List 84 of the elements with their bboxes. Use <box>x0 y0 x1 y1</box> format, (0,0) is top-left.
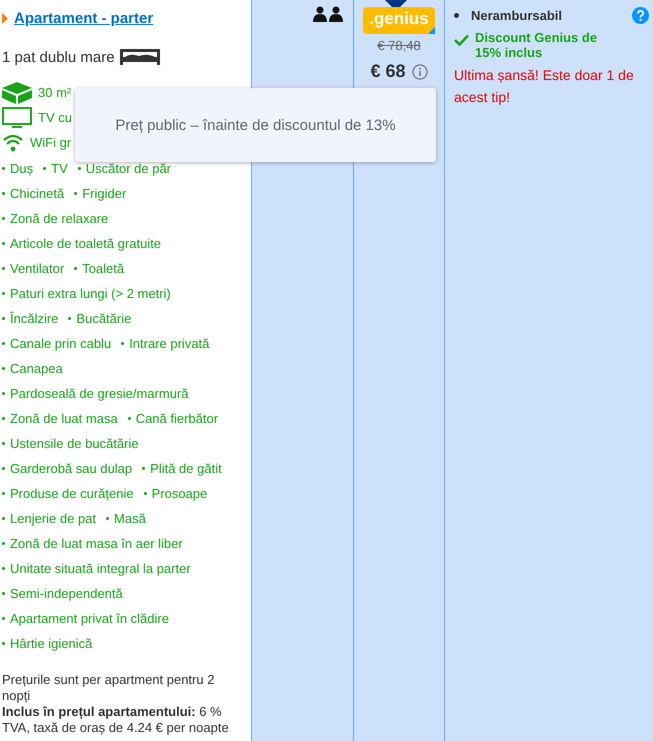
policy-text: Nerambursabil <box>471 8 562 23</box>
bullet-icon <box>43 167 46 170</box>
bullet-icon <box>2 367 5 370</box>
bullet-icon <box>2 492 5 495</box>
bullet-icon <box>454 13 459 18</box>
bed-text: 1 pat dublu mare <box>2 48 115 66</box>
bullet-icon <box>78 167 81 170</box>
discount-text: Discount Genius de 15% inclus <box>475 30 598 60</box>
facility-text: TV cu <box>38 110 72 125</box>
bullet-icon <box>2 217 5 220</box>
facility-text: Bucătărie <box>76 311 132 326</box>
bullet-icon <box>121 342 124 345</box>
facility-text: Chicinetă <box>10 186 64 201</box>
bed-icon <box>118 48 161 66</box>
old-price: € 78,48 <box>377 38 421 53</box>
bullet-icon <box>128 417 131 420</box>
bullet-icon <box>2 317 5 320</box>
scarcity-text: Ultima șansă! Este doar 1 de acest tip! <box>454 66 635 107</box>
facility-text: Canale prin cablu <box>10 336 112 351</box>
bullet-icon <box>2 517 5 520</box>
facility-text: Apartament privat în clădire <box>10 611 169 626</box>
tooltip: Preț public – înainte de discountul de 13% <box>75 88 436 162</box>
bullet-icon <box>2 642 5 645</box>
facility-text: Intrare privată <box>129 336 210 351</box>
facility-text: Lenjerie de pat <box>10 511 96 526</box>
bullet-icon <box>2 192 5 195</box>
facility-text: Cană fierbător <box>136 411 218 426</box>
facility-text: 30 m² <box>38 85 72 100</box>
facility-text: Paturi extra lungi (> 2 metri) <box>10 286 171 301</box>
facility-text: Garderobă sau dulap <box>10 461 132 476</box>
facility-text: Articole de toaletă gratuite <box>10 236 162 251</box>
facility-text: Zonă de luat masa <box>10 411 118 426</box>
cube-icon <box>2 82 32 104</box>
facility-text: Frigider <box>82 186 126 201</box>
facility-text: Ustensile de bucătărie <box>10 436 139 451</box>
bullet-icon <box>2 417 5 420</box>
included-note: Inclus în prețul apartamentului: 6 % TVA, taxă de oraș de 4.24 € per noapte <box>2 704 230 736</box>
bullet-icon <box>74 267 78 270</box>
facility-text: Încălzire <box>10 311 58 326</box>
facility-text: Unitate situată integral la parter <box>10 561 191 576</box>
facility-text: Toaletă <box>82 261 124 276</box>
current-price: € 68 <box>370 61 406 82</box>
bullet-icon <box>68 317 72 320</box>
bullet-icon <box>2 342 5 345</box>
facility-text: Plită de gătit <box>150 461 222 476</box>
facility-text: Semi-independentă <box>10 586 123 601</box>
bullet-icon <box>2 267 5 270</box>
bullet-icon <box>2 292 5 295</box>
facility-text: Zonă de luat masa în aer liber <box>10 536 183 551</box>
facility-text: Uscător de păr <box>86 161 172 176</box>
facility-text: Produse de curățenie <box>10 486 134 501</box>
bullet-icon <box>2 467 5 470</box>
tv-icon <box>2 106 32 128</box>
price-note: Prețurile sunt per apartment pentru 2 nopți <box>2 672 216 704</box>
bullet-icon <box>106 517 110 520</box>
facility-text: Prosoape <box>152 486 208 501</box>
facility-text: Pardoseală de gresie/marmură <box>10 386 188 401</box>
room-title-link[interactable]: Apartament - parter <box>14 10 154 26</box>
help-icon[interactable] <box>632 7 649 24</box>
facility-text: TV <box>51 161 68 176</box>
facility-text: WiFi gr <box>30 135 72 150</box>
facility-text: Masă <box>114 511 146 526</box>
info-icon[interactable] <box>412 64 428 80</box>
genius-badge: .genius <box>363 7 435 34</box>
bullet-icon <box>144 492 147 495</box>
bullet-icon <box>2 542 5 545</box>
wifi-icon <box>2 132 24 152</box>
two-persons-icon <box>313 6 343 22</box>
bullet-icon <box>2 442 5 445</box>
facility-text: Canapea <box>10 361 63 376</box>
facility-text: Duș <box>10 161 34 176</box>
facility-text: Ventilator <box>10 261 64 276</box>
bullet-icon <box>2 167 5 170</box>
bullet-icon <box>2 617 5 620</box>
check-icon <box>454 34 469 46</box>
bullet-icon <box>74 192 78 195</box>
bullet-icon <box>2 592 5 595</box>
caret-icon <box>2 12 8 24</box>
bullet-icon <box>2 242 5 245</box>
facility-text: Zonă de relaxare <box>10 211 108 226</box>
bullet-icon <box>142 467 146 470</box>
bullet-icon <box>2 392 5 395</box>
facility-text: Hârtie igienică <box>10 636 92 651</box>
bullet-icon <box>2 567 5 570</box>
